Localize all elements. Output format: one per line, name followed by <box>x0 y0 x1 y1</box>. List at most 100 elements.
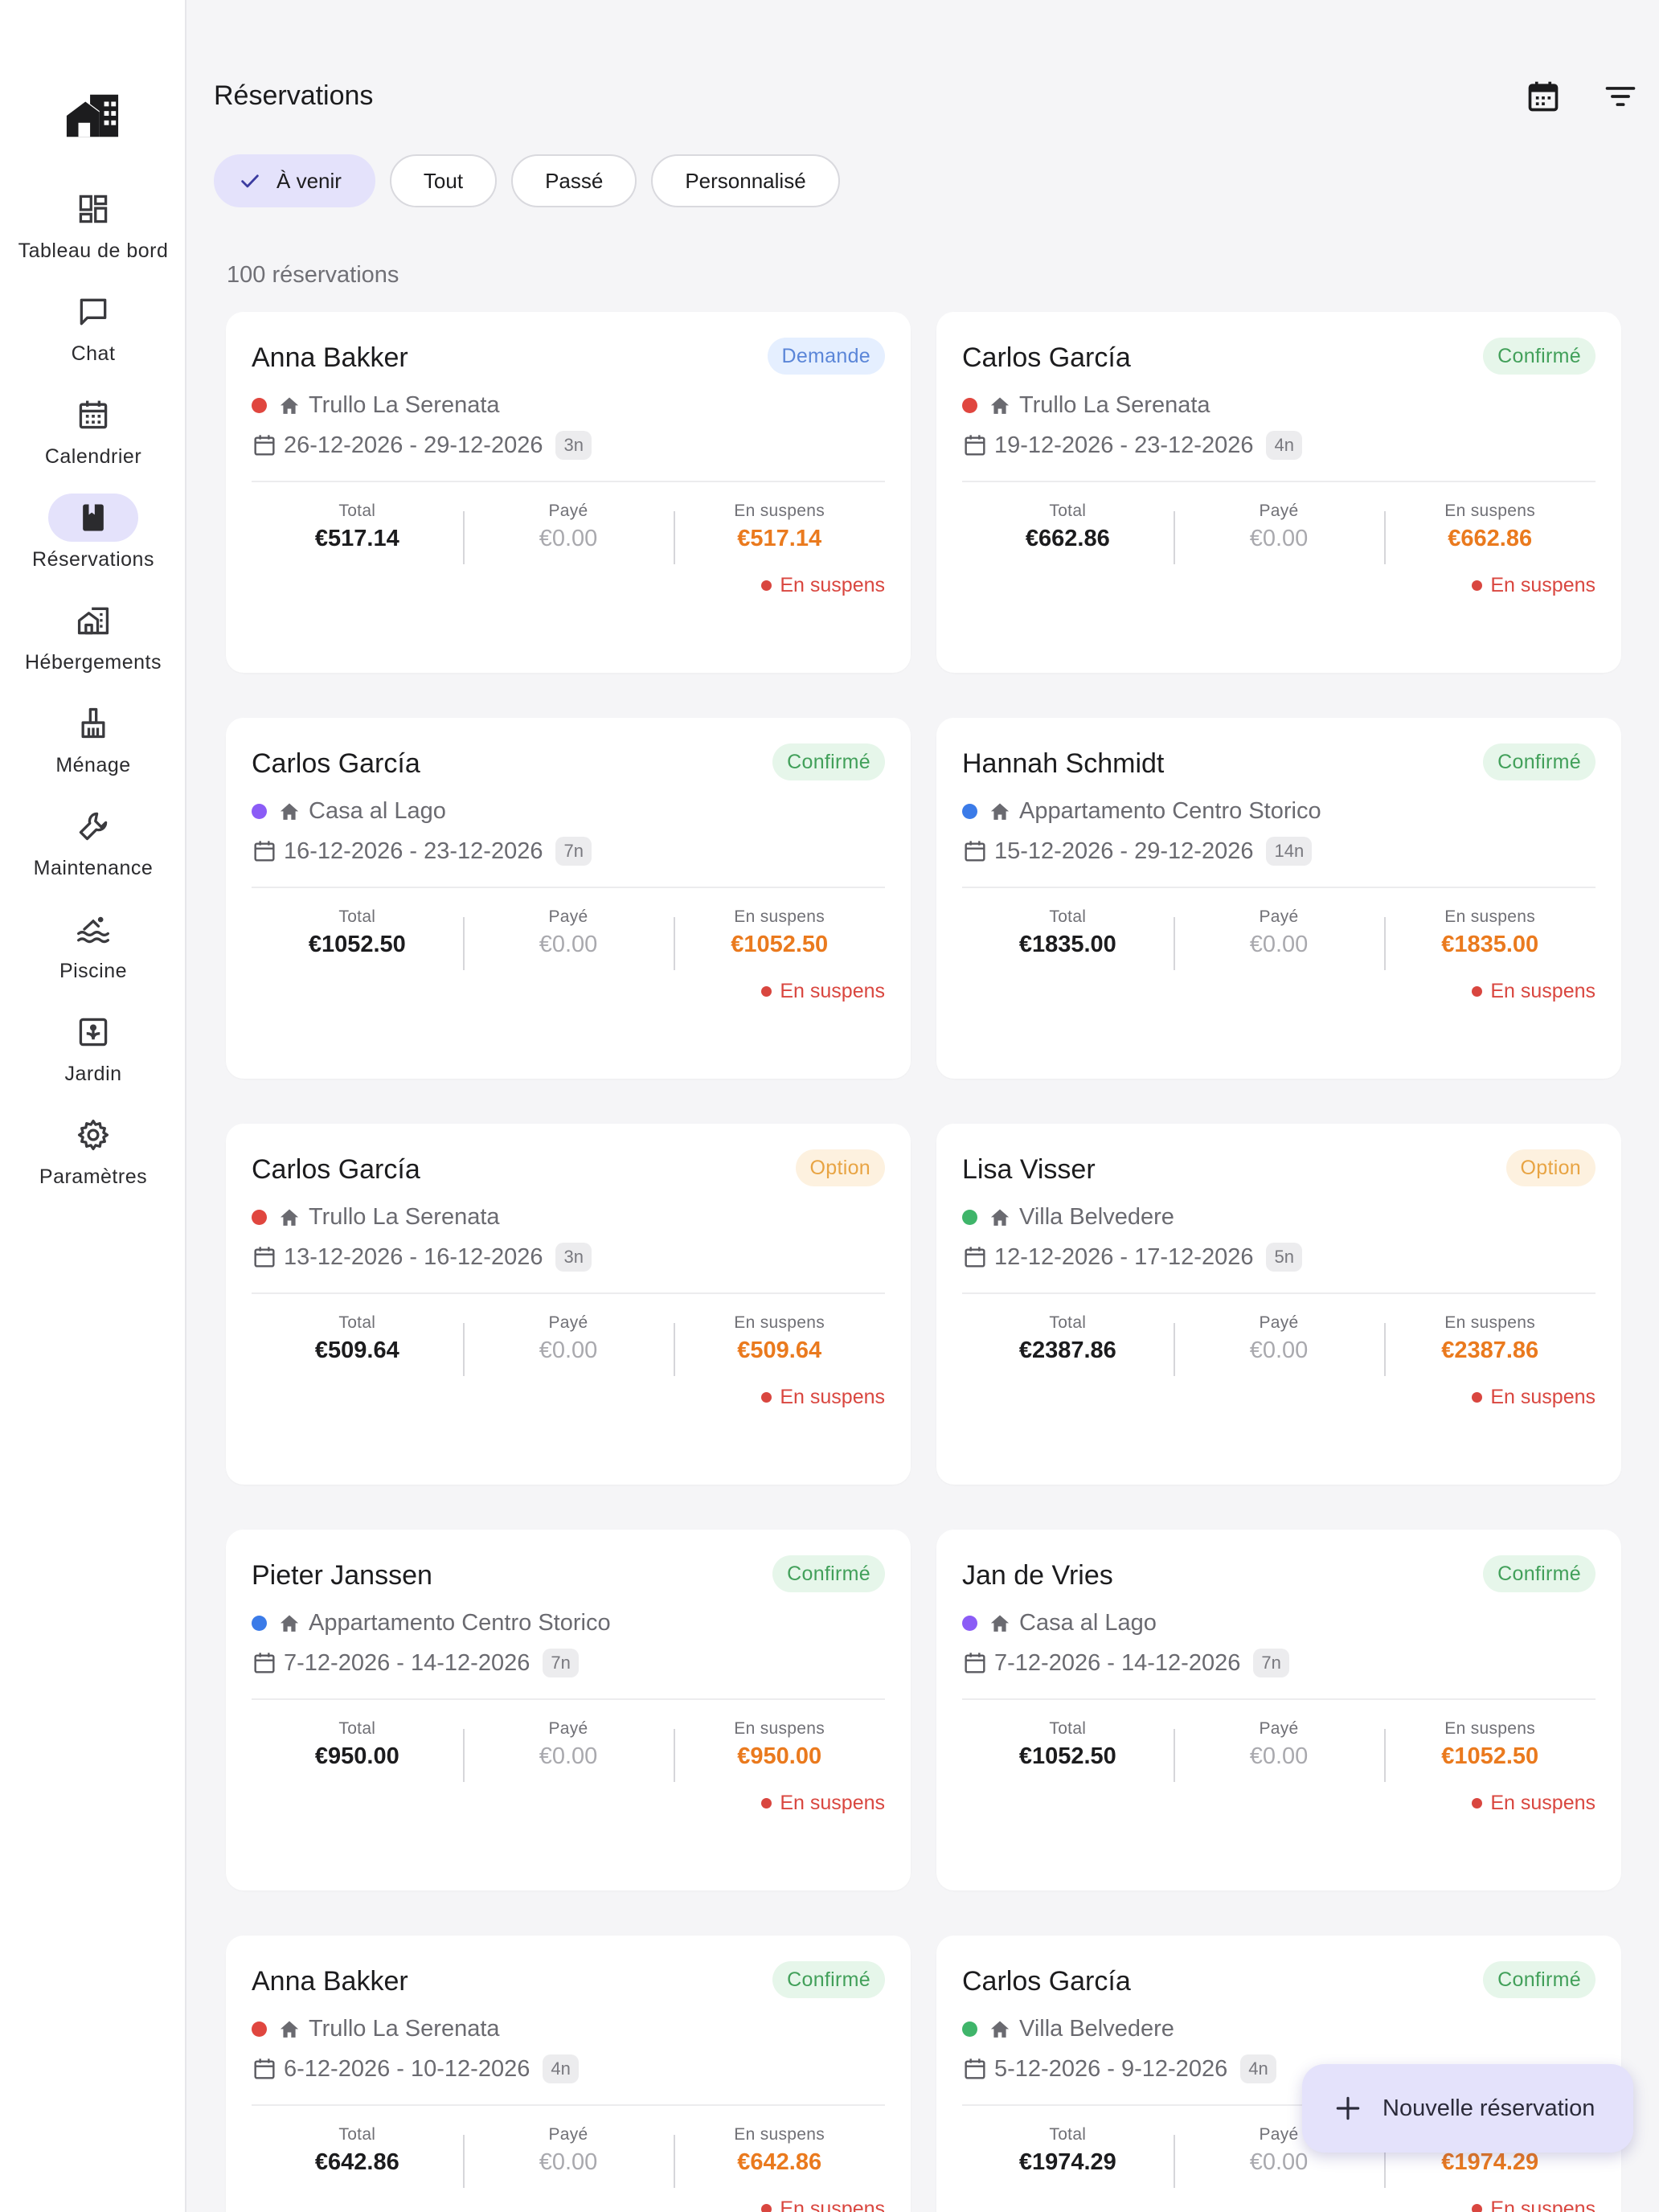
status-dot <box>761 1392 772 1403</box>
sidebar-item-maintenance[interactable]: Maintenance <box>0 799 186 902</box>
amounts-row: Total €2387.86 Payé €0.00 En suspens €23… <box>962 1313 1596 1376</box>
sidebar-item-label: Tableau de bord <box>18 240 169 262</box>
reservation-card[interactable]: Lisa Visser Option Villa Belvedere 12-12… <box>936 1124 1621 1485</box>
filter-button[interactable] <box>1601 77 1640 116</box>
property-row: Casa al Lago <box>252 798 446 825</box>
date-row: 12-12-2026 - 17-12-2026 5n <box>962 1243 1302 1272</box>
paid-amount: €0.00 <box>1249 1743 1309 1769</box>
sidebar-item-reservations[interactable]: Réservations <box>0 490 186 593</box>
total-column: Total €1052.50 <box>962 1719 1174 1776</box>
gear-icon <box>48 1111 138 1159</box>
sidebar-item-calendar[interactable]: Calendrier <box>0 387 186 490</box>
status-badge: Option <box>795 1149 885 1186</box>
divider <box>962 887 1596 888</box>
paid-column: Payé €0.00 <box>1173 1719 1385 1782</box>
reservation-card[interactable]: Carlos García Confirmé Casa al Lago 16-1… <box>226 718 911 1079</box>
pending-amount: €1974.29 <box>1441 2149 1539 2175</box>
property-name: Appartamento Centro Storico <box>309 1610 611 1636</box>
payment-status: En suspens <box>1472 980 1596 1003</box>
dashboard-icon <box>48 185 138 233</box>
payment-status-text: En suspens <box>780 2198 885 2212</box>
chat-icon <box>48 288 138 336</box>
paid-amount: €0.00 <box>1249 2149 1309 2175</box>
home-icon <box>280 2021 299 2038</box>
divider <box>962 1698 1596 1700</box>
payment-status: En suspens <box>1472 1386 1596 1409</box>
amounts-row: Total €517.14 Payé €0.00 En suspens €517… <box>252 502 885 564</box>
reservation-card[interactable]: Anna Bakker Confirmé Trullo La Serenata … <box>226 1936 911 2212</box>
paid-column: Payé €0.00 <box>462 2125 674 2188</box>
sidebar-item-settings[interactable]: Paramètres <box>0 1108 186 1210</box>
payment-status-text: En suspens <box>1490 1792 1596 1814</box>
payment-status-text: En suspens <box>1490 574 1596 596</box>
sidebar-item-pool[interactable]: Piscine <box>0 902 186 1005</box>
divider <box>962 1292 1596 1294</box>
guest-name: Anna Bakker <box>252 342 408 373</box>
home-icon <box>280 803 299 820</box>
reservation-card[interactable]: Jan de Vries Confirmé Casa al Lago 7-12-… <box>936 1530 1621 1890</box>
sidebar-item-garden[interactable]: Jardin <box>0 1005 186 1108</box>
total-amount: €642.86 <box>314 2149 399 2175</box>
total-column: Total €517.14 <box>252 502 463 558</box>
status-badge: Confirmé <box>1483 1555 1596 1592</box>
sidebar-item-cleaning[interactable]: Ménage <box>0 696 186 799</box>
guest-name: Pieter Janssen <box>252 1560 432 1591</box>
paid-column: Payé €0.00 <box>462 1313 674 1376</box>
app-logo-icon[interactable] <box>64 92 121 140</box>
plus-icon <box>1336 2096 1360 2120</box>
new-reservation-button[interactable]: Nouvelle réservation <box>1302 2064 1633 2153</box>
paid-amount: €0.00 <box>539 2149 598 2175</box>
pending-amount: €950.00 <box>737 1743 822 1769</box>
payment-status-text: En suspens <box>780 1792 885 1814</box>
property-color-dot <box>962 398 977 413</box>
sidebar-item-accommodations[interactable]: Hébergements <box>0 593 186 696</box>
nights-badge: 4n <box>1240 2054 1276 2083</box>
home-icon <box>280 1615 299 1632</box>
reservation-card[interactable]: Hannah Schmidt Confirmé Appartamento Cen… <box>936 718 1621 1079</box>
date-row: 13-12-2026 - 16-12-2026 3n <box>252 1243 592 1272</box>
date-row: 6-12-2026 - 10-12-2026 4n <box>252 2054 579 2083</box>
divider <box>252 1292 885 1294</box>
nights-badge: 5n <box>1266 1243 1302 1272</box>
payment-status: En suspens <box>1472 574 1596 597</box>
payment-status-text: En suspens <box>780 1386 885 1408</box>
reservation-card[interactable]: Carlos García Confirmé Trullo La Serenat… <box>936 312 1621 673</box>
total-amount: €2387.86 <box>1018 1337 1116 1363</box>
reservation-grid: Anna Bakker Demande Trullo La Serenata 2… <box>226 312 1621 2212</box>
filter-chip-custom[interactable]: Personnalisé <box>651 154 840 207</box>
paid-label: Payé <box>548 1719 588 1738</box>
total-amount: €1974.29 <box>1018 2149 1116 2175</box>
property-color-dot <box>962 1210 977 1225</box>
paid-column: Payé €0.00 <box>462 1719 674 1782</box>
buildings-icon <box>48 596 138 645</box>
filter-chip-all[interactable]: Tout <box>389 154 498 207</box>
payment-status: En suspens <box>761 574 885 597</box>
pending-label: En suspens <box>1444 907 1536 926</box>
total-label: Total <box>338 1719 376 1738</box>
total-column: Total €509.64 <box>252 1313 463 1370</box>
pending-label: En suspens <box>734 502 825 520</box>
property-row: Trullo La Serenata <box>252 392 500 419</box>
calendar-icon <box>1528 81 1559 112</box>
payment-status: En suspens <box>761 2198 885 2212</box>
status-dot <box>1472 986 1483 997</box>
filter-chip-upcoming[interactable]: À venir <box>214 154 375 207</box>
guest-name: Carlos García <box>962 342 1131 373</box>
sidebar-item-chat[interactable]: Chat <box>0 285 186 387</box>
paid-column: Payé €0.00 <box>1173 1313 1385 1376</box>
sidebar-item-dashboard[interactable]: Tableau de bord <box>0 182 186 285</box>
reservation-card[interactable]: Pieter Janssen Confirmé Appartamento Cen… <box>226 1530 911 1890</box>
calendar-view-button[interactable] <box>1524 77 1563 116</box>
book-icon <box>48 494 138 542</box>
filter-chips: À venir Tout Passé Personnalisé <box>214 154 840 207</box>
status-badge: Option <box>1505 1149 1596 1186</box>
payment-status-text: En suspens <box>1490 980 1596 1002</box>
reservation-card[interactable]: Anna Bakker Demande Trullo La Serenata 2… <box>226 312 911 673</box>
reservation-card[interactable]: Carlos García Option Trullo La Serenata … <box>226 1124 911 1485</box>
total-column: Total €1974.29 <box>962 2125 1174 2181</box>
status-badge: Confirmé <box>1483 338 1596 375</box>
filter-chip-past[interactable]: Passé <box>511 154 637 207</box>
home-icon <box>990 803 1010 820</box>
date-row: 5-12-2026 - 9-12-2026 4n <box>962 2054 1276 2083</box>
guest-name: Jan de Vries <box>962 1560 1113 1591</box>
